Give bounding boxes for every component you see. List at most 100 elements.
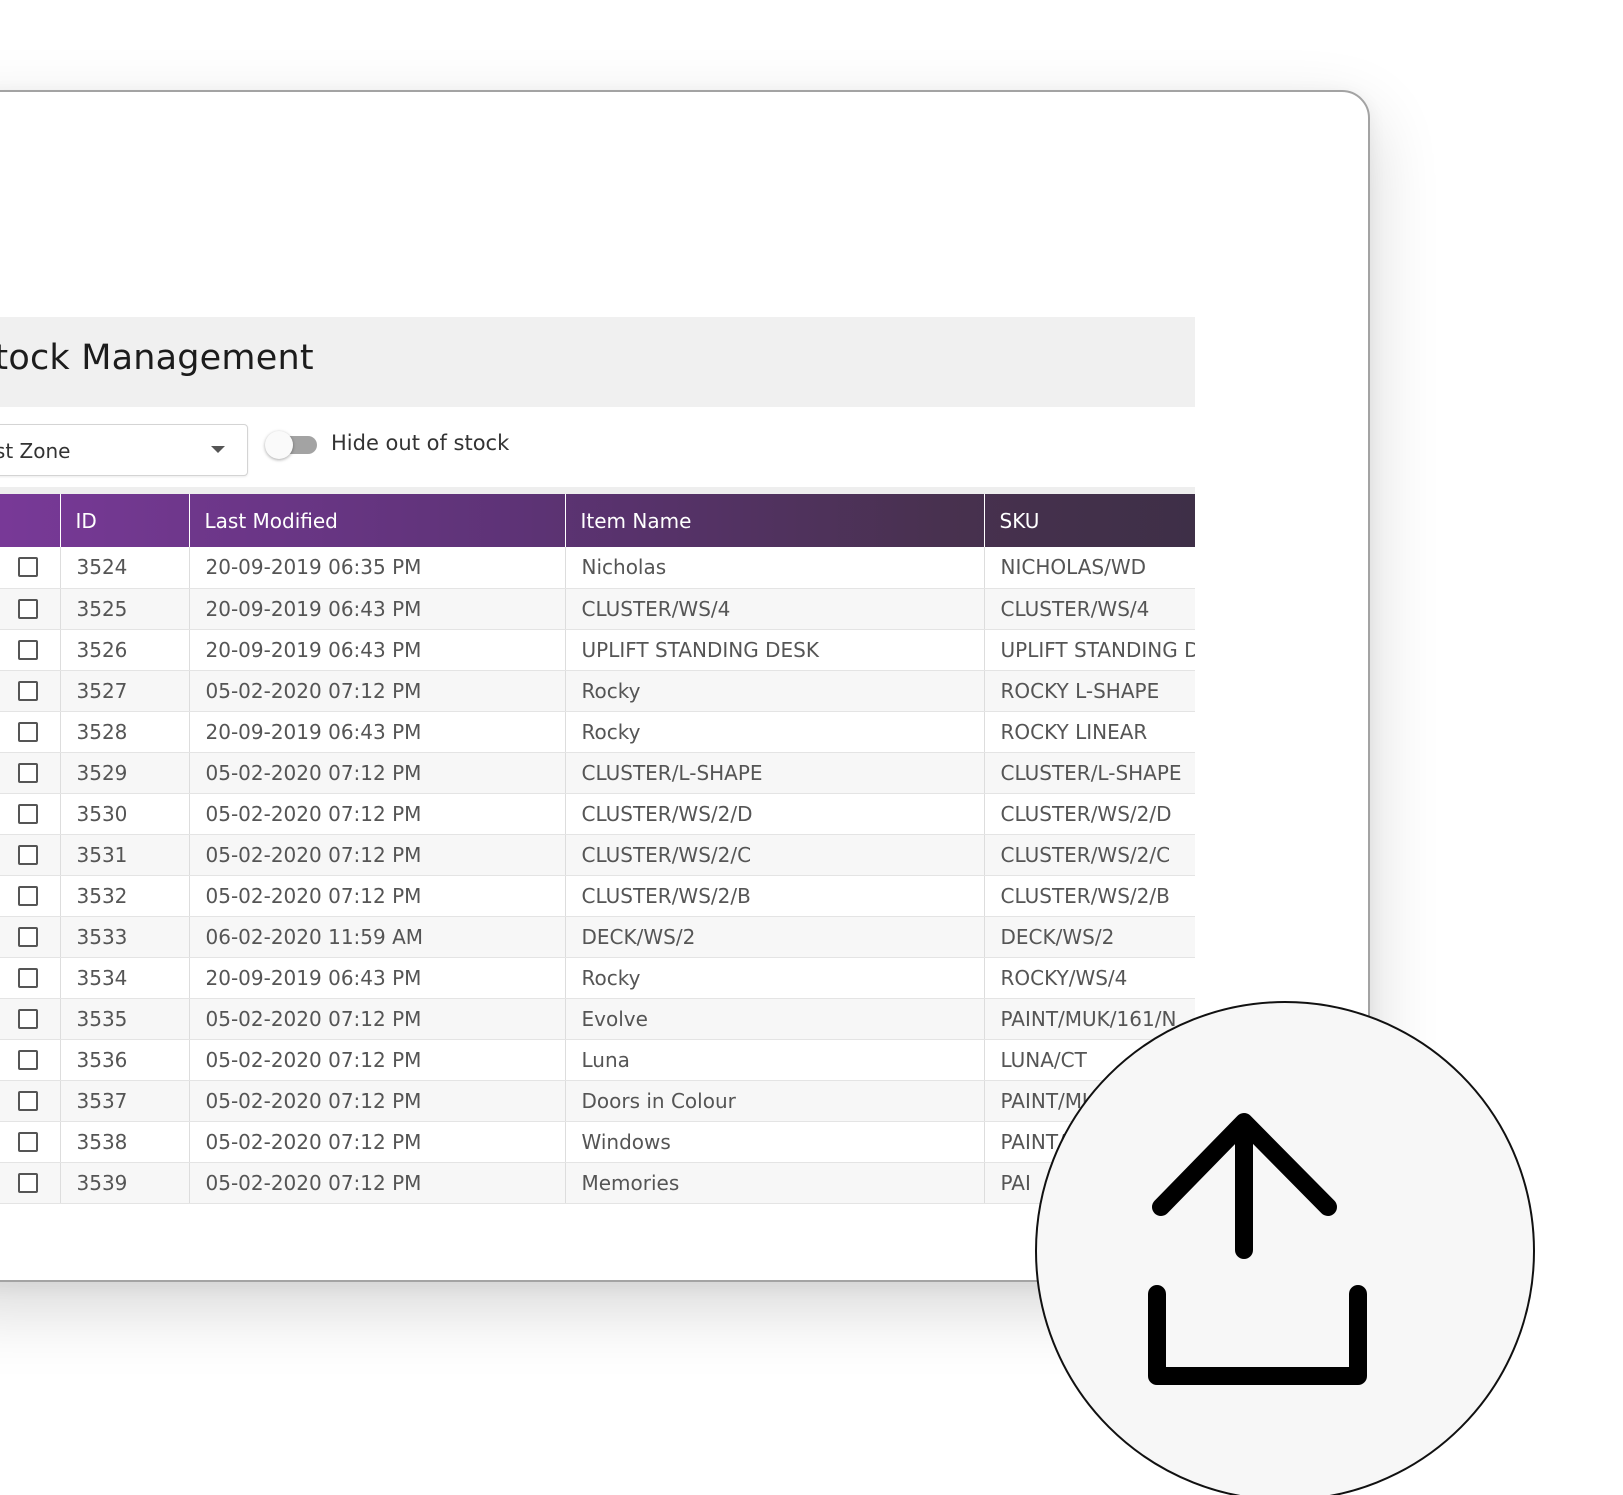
row-select-cell: [0, 957, 60, 999]
table-row[interactable]: 3532 05-02-2020 07:12 PM CLUSTER/WS/2/B …: [0, 875, 1195, 917]
cell-last-modified: 05-02-2020 07:12 PM: [188, 834, 565, 876]
hide-out-of-stock-toggle[interactable]: [265, 431, 319, 459]
row-checkbox[interactable]: [18, 926, 38, 947]
hide-out-of-stock-label: Hide out of stock: [331, 431, 510, 455]
title-bar: Stock Management: [0, 317, 1195, 407]
cell-item-name: Windows: [564, 1121, 984, 1163]
table-row[interactable]: 3534 20-09-2019 06:43 PM Rocky ROCKY/WS/…: [0, 957, 1195, 999]
cell-item-name: Evolve: [564, 998, 984, 1040]
row-select-cell: [0, 547, 60, 589]
row-checkbox[interactable]: [18, 721, 38, 742]
cell-item-name: CLUSTER/WS/4: [564, 588, 984, 630]
cell-last-modified: 05-02-2020 07:12 PM: [188, 752, 565, 794]
cell-last-modified: 05-02-2020 07:12 PM: [188, 670, 565, 712]
row-checkbox[interactable]: [18, 1049, 38, 1070]
table-row[interactable]: 3530 05-02-2020 07:12 PM CLUSTER/WS/2/D …: [0, 793, 1195, 835]
cell-last-modified: 05-02-2020 07:12 PM: [188, 1039, 565, 1081]
row-checkbox[interactable]: [18, 967, 38, 988]
cell-id: 3539: [59, 1162, 189, 1204]
table-row[interactable]: 3529 05-02-2020 07:12 PM CLUSTER/L-SHAPE…: [0, 752, 1195, 794]
cell-item-name: Memories: [564, 1162, 984, 1204]
column-header-item-name[interactable]: Item Name: [564, 494, 984, 547]
cell-sku: ROCKY/WS/4: [983, 957, 1195, 999]
row-select-cell: [0, 1080, 60, 1122]
table-row[interactable]: 3538 05-02-2020 07:12 PM Windows PAINT/M: [0, 1121, 1195, 1163]
cell-item-name: Luna: [564, 1039, 984, 1081]
cell-id: 3531: [59, 834, 189, 876]
row-checkbox[interactable]: [18, 1090, 38, 1111]
cell-id: 3529: [59, 752, 189, 794]
cell-id: 3528: [59, 711, 189, 753]
cell-last-modified: 20-09-2019 06:43 PM: [188, 711, 565, 753]
row-checkbox[interactable]: [18, 803, 38, 824]
table-row[interactable]: 3528 20-09-2019 06:43 PM Rocky ROCKY LIN…: [0, 711, 1195, 753]
cell-item-name: Rocky: [564, 670, 984, 712]
table-row[interactable]: 3527 05-02-2020 07:12 PM Rocky ROCKY L-S…: [0, 670, 1195, 712]
cell-id: 3538: [59, 1121, 189, 1163]
table-row[interactable]: 3525 20-09-2019 06:43 PM CLUSTER/WS/4 CL…: [0, 588, 1195, 630]
cell-item-name: Doors in Colour: [564, 1080, 984, 1122]
table-row[interactable]: 3531 05-02-2020 07:12 PM CLUSTER/WS/2/C …: [0, 834, 1195, 876]
cell-sku: CLUSTER/L-SHAPE: [983, 752, 1195, 794]
cell-item-name: UPLIFT STANDING DESK: [564, 629, 984, 671]
column-header-id[interactable]: ID: [59, 494, 189, 547]
cell-item-name: Rocky: [564, 711, 984, 753]
cell-id: 3532: [59, 875, 189, 917]
cell-sku: UPLIFT STANDING DESK: [983, 629, 1195, 671]
filter-bar: West Zone Hide out of stock: [0, 407, 1195, 495]
row-checkbox[interactable]: [18, 762, 38, 783]
cell-id: 3527: [59, 670, 189, 712]
row-checkbox[interactable]: [18, 557, 38, 578]
upload-button[interactable]: [1035, 1001, 1535, 1495]
row-select-cell: [0, 1162, 60, 1204]
table-row[interactable]: 3524 20-09-2019 06:35 PM Nicholas NICHOL…: [0, 547, 1195, 589]
cell-item-name: DECK/WS/2: [564, 916, 984, 958]
cell-id: 3533: [59, 916, 189, 958]
row-checkbox[interactable]: [18, 885, 38, 906]
cell-sku: CLUSTER/WS/2/C: [983, 834, 1195, 876]
table-row[interactable]: 3536 05-02-2020 07:12 PM Luna LUNA/CT: [0, 1039, 1195, 1081]
column-header-sku[interactable]: SKU: [983, 494, 1195, 547]
row-select-cell: [0, 629, 60, 671]
cell-last-modified: 06-02-2020 11:59 AM: [188, 916, 565, 958]
cell-sku: CLUSTER/WS/2/D: [983, 793, 1195, 835]
table-row[interactable]: 3526 20-09-2019 06:43 PM UPLIFT STANDING…: [0, 629, 1195, 671]
toggle-thumb[interactable]: [265, 431, 293, 459]
cell-id: 3525: [59, 588, 189, 630]
table-row[interactable]: 3539 05-02-2020 07:12 PM Memories PAI: [0, 1162, 1195, 1204]
row-select-cell: [0, 670, 60, 712]
row-checkbox[interactable]: [18, 639, 38, 660]
cell-sku: ROCKY L-SHAPE: [983, 670, 1195, 712]
cell-last-modified: 05-02-2020 07:12 PM: [188, 998, 565, 1040]
cell-last-modified: 05-02-2020 07:12 PM: [188, 793, 565, 835]
cell-sku: NICHOLAS/WD: [983, 547, 1195, 589]
cell-id: 3536: [59, 1039, 189, 1081]
cell-item-name: CLUSTER/WS/2/D: [564, 793, 984, 835]
row-select-cell: [0, 588, 60, 630]
zone-select-value: West Zone: [0, 439, 71, 463]
cell-id: 3534: [59, 957, 189, 999]
row-checkbox[interactable]: [18, 680, 38, 701]
cell-sku: CLUSTER/WS/2/B: [983, 875, 1195, 917]
table-row[interactable]: 3533 06-02-2020 11:59 AM DECK/WS/2 DECK/…: [0, 916, 1195, 958]
row-select-cell: [0, 916, 60, 958]
cell-last-modified: 20-09-2019 06:43 PM: [188, 629, 565, 671]
row-checkbox[interactable]: [18, 598, 38, 619]
page-title: Stock Management: [0, 338, 314, 378]
column-header-select[interactable]: [0, 494, 60, 547]
cell-id: 3530: [59, 793, 189, 835]
row-checkbox[interactable]: [18, 844, 38, 865]
row-checkbox[interactable]: [18, 1008, 38, 1029]
cell-last-modified: 20-09-2019 06:43 PM: [188, 588, 565, 630]
row-select-cell: [0, 1039, 60, 1081]
row-select-cell: [0, 711, 60, 753]
cell-last-modified: 20-09-2019 06:35 PM: [188, 547, 565, 589]
cell-id: 3524: [59, 547, 189, 589]
cell-item-name: Rocky: [564, 957, 984, 999]
table-row[interactable]: 3537 05-02-2020 07:12 PM Doors in Colour…: [0, 1080, 1195, 1122]
row-checkbox[interactable]: [18, 1172, 38, 1193]
column-header-last-modified[interactable]: Last Modified: [188, 494, 565, 547]
zone-select[interactable]: West Zone: [0, 424, 248, 476]
table-row[interactable]: 3535 05-02-2020 07:12 PM Evolve PAINT/MU…: [0, 998, 1195, 1040]
row-checkbox[interactable]: [18, 1131, 38, 1152]
